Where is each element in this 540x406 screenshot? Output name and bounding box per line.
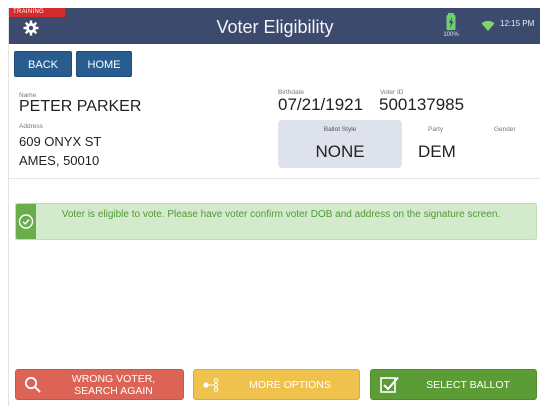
voter-name: PETER PARKER	[19, 98, 142, 115]
ballot-style-value: NONE	[315, 142, 365, 161]
app-header: TRAINING Voter Eligibility 100% 12:15 PM	[9, 8, 540, 44]
section-divider	[9, 178, 540, 179]
address-line-1: 609 ONYX ST	[19, 134, 102, 149]
wrong-voter-button[interactable]: WRONG VOTER, SEARCH AGAIN	[15, 369, 184, 400]
more-options-label: MORE OPTIONS	[249, 379, 331, 391]
magnifier-icon	[24, 376, 41, 393]
voter-eligibility-screen: TRAINING Voter Eligibility 100% 12:15 PM…	[8, 8, 540, 406]
battery-percent: 100%	[443, 32, 459, 38]
birthdate-value: 07/21/1921	[278, 95, 364, 114]
address-label: Address	[19, 123, 43, 130]
ballot-style-label: Ballot Style	[323, 126, 357, 133]
select-ballot-label: SELECT BALLOT	[426, 379, 510, 391]
clock-time: 12:15 PM	[500, 19, 535, 28]
battery-status: 100%	[441, 13, 461, 41]
message-icon-box	[16, 204, 36, 239]
eligibility-text: Voter is eligible to vote. Please have v…	[61, 209, 501, 220]
gender-label: Gender	[494, 126, 516, 133]
options-icon	[203, 378, 219, 392]
ballot-style-box: Ballot Style NONE	[278, 120, 402, 168]
checkbox-icon	[380, 376, 399, 393]
voter-id-value: 500137985	[379, 95, 465, 114]
battery-icon	[446, 13, 456, 30]
eligibility-message: Voter is eligible to vote. Please have v…	[15, 203, 537, 240]
address-line-2: AMES, 50010	[19, 153, 100, 168]
wrong-voter-label-1: WRONG VOTER,	[71, 373, 156, 385]
back-button[interactable]: BACK	[14, 51, 72, 77]
party-value: DEM	[418, 142, 456, 161]
select-ballot-button[interactable]: SELECT BALLOT	[370, 369, 537, 400]
check-circle-icon	[18, 214, 34, 229]
party-label: Party	[428, 126, 444, 133]
home-button[interactable]: HOME	[76, 51, 132, 77]
more-options-button[interactable]: MORE OPTIONS	[193, 369, 360, 400]
wifi-icon	[481, 20, 495, 31]
wrong-voter-label-2: SEARCH AGAIN	[74, 385, 153, 397]
